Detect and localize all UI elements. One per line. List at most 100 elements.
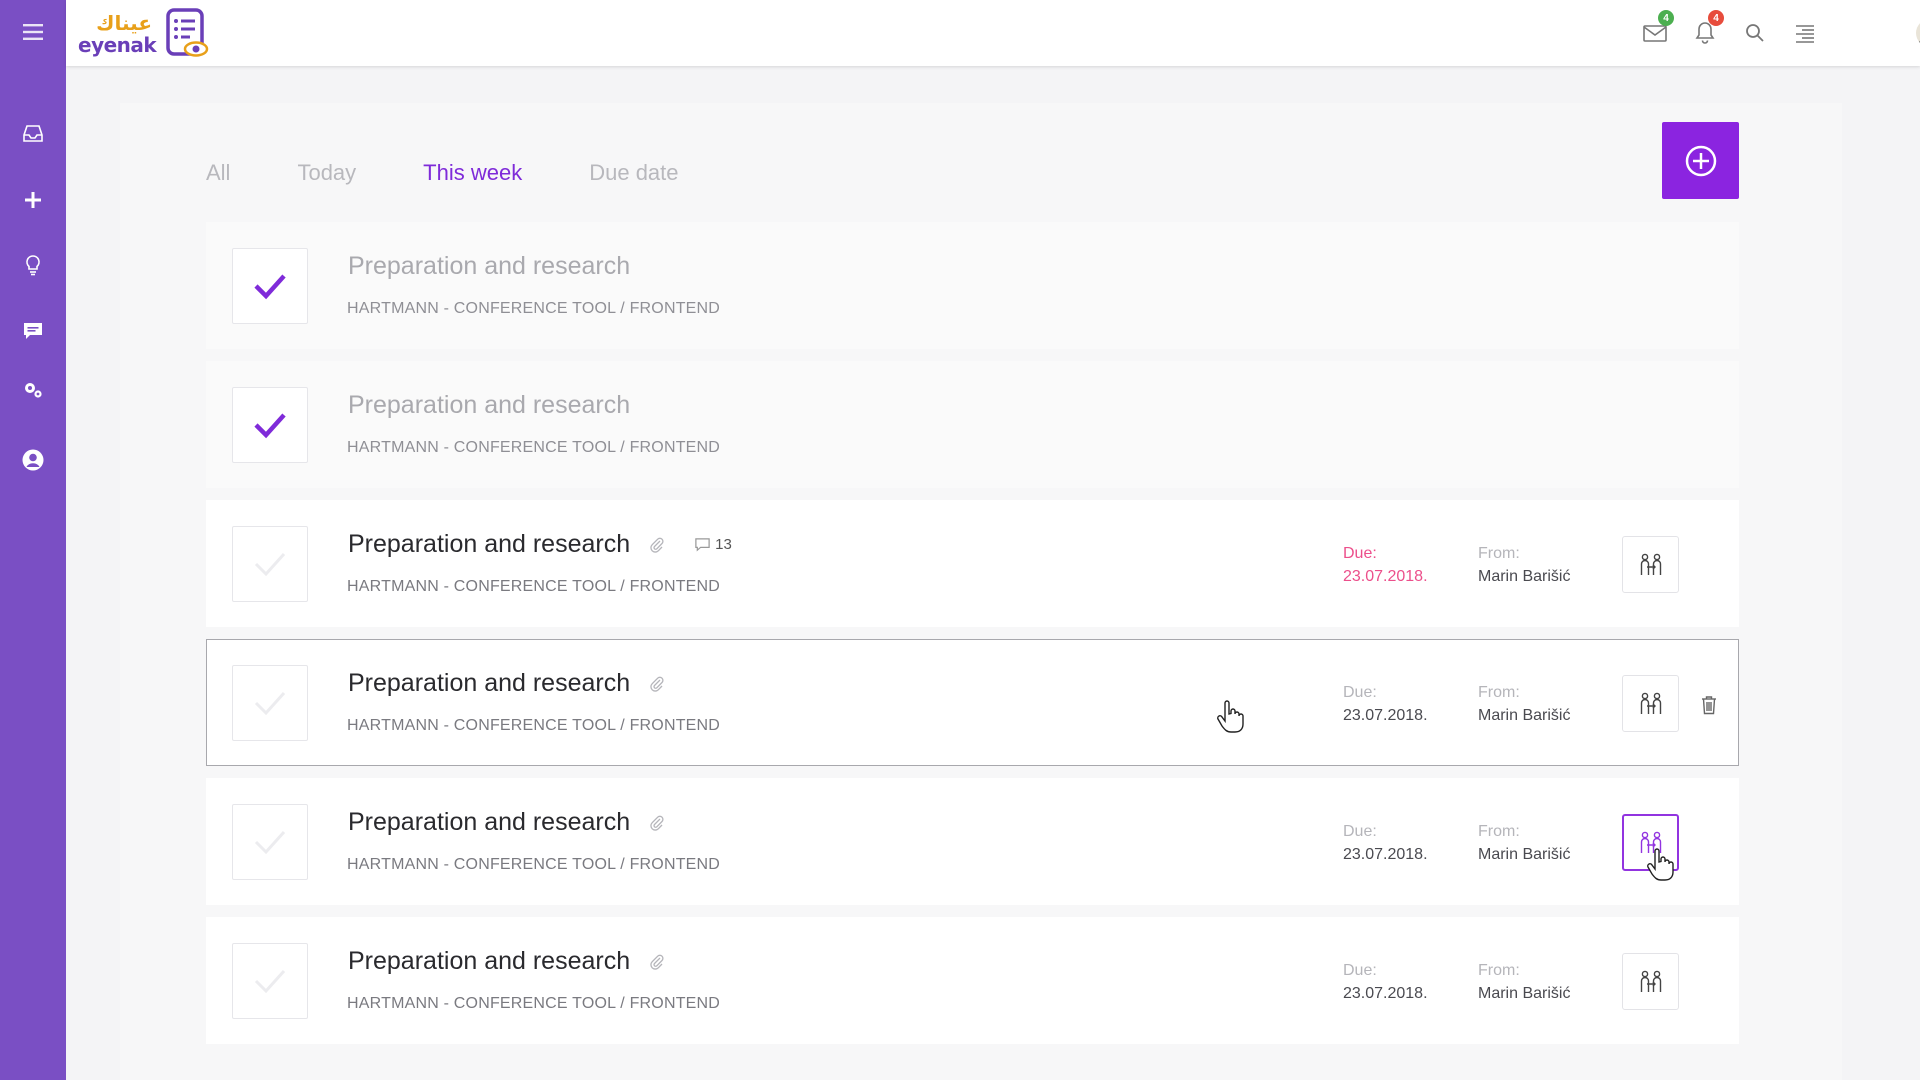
task-title-row: Preparation and research [348, 808, 666, 837]
due-value: 23.07.2018. [1343, 707, 1428, 724]
due-label: Due: [1343, 823, 1377, 840]
add-task-button[interactable] [1662, 122, 1739, 199]
task-item[interactable]: Preparation and research HARTMANN - CONF… [206, 361, 1739, 488]
top-bar: عيناك eyenak 4 4 [66, 0, 1920, 66]
task-title-row: Preparation and research 13 [348, 530, 732, 559]
logo-arabic-text: عيناك [96, 11, 152, 35]
task-checkbox[interactable] [232, 248, 308, 324]
comment-count-value: 13 [715, 536, 732, 553]
assign-button[interactable] [1622, 675, 1679, 732]
task-title[interactable]: Preparation and research [348, 391, 630, 420]
due-value: 23.07.2018. [1343, 846, 1428, 863]
search-icon[interactable] [1740, 18, 1770, 48]
logo[interactable]: عيناك eyenak [78, 6, 210, 60]
task-item[interactable]: Preparation and research HARTMANN - CONF… [206, 222, 1739, 349]
task-project: HARTMANN - CONFERENCE TOOL / FRONTEND [347, 995, 721, 1012]
lightbulb-icon[interactable] [19, 251, 47, 279]
task-checkbox[interactable] [232, 665, 308, 741]
task-item[interactable]: Preparation and research HARTMANN - CONF… [206, 917, 1739, 1044]
inbox-icon[interactable] [19, 119, 47, 147]
due-date: Due: 23.07.2018. [1343, 542, 1428, 588]
checkmark-icon [254, 413, 286, 439]
task-title[interactable]: Preparation and research [348, 252, 630, 281]
task-project: HARTMANN - CONFERENCE TOOL / FRONTEND [347, 439, 721, 456]
checkmark-icon [254, 830, 286, 855]
list-align-icon[interactable] [1790, 18, 1820, 48]
task-title[interactable]: Preparation and research [348, 947, 630, 976]
hamburger-menu-icon[interactable] [19, 18, 47, 46]
task-title[interactable]: Preparation and research [348, 530, 630, 559]
task-title-row: Preparation and research [348, 669, 666, 698]
checkmark-icon [254, 691, 286, 716]
task-item[interactable]: Preparation and research HARTMANN - CONF… [206, 639, 1739, 766]
task-checkbox[interactable] [232, 943, 308, 1019]
task-project: HARTMANN - CONFERENCE TOOL / FRONTEND [347, 856, 721, 873]
assign-button[interactable] [1622, 953, 1679, 1010]
trash-icon[interactable] [1700, 695, 1718, 715]
task-title-row: Preparation and research [348, 252, 630, 281]
tab-all[interactable]: All [206, 160, 230, 192]
from-label: From: [1478, 823, 1520, 840]
paperclip-icon[interactable] [648, 675, 666, 693]
tab-this-week[interactable]: This week [423, 160, 522, 192]
logo-mark-icon [166, 8, 209, 57]
checkmark-icon [254, 969, 286, 994]
tab-today[interactable]: Today [297, 160, 356, 192]
bell-icon[interactable]: 4 [1690, 10, 1724, 48]
task-item[interactable]: Preparation and research 13 HARTMANN - C… [206, 500, 1739, 627]
task-checkbox[interactable] [232, 804, 308, 880]
paperclip-icon[interactable] [648, 814, 666, 832]
from-value: Marin Barišić [1478, 985, 1571, 1002]
plus-icon[interactable] [19, 186, 47, 214]
from-value: Marin Barišić [1478, 846, 1571, 863]
task-title[interactable]: Preparation and research [348, 669, 630, 698]
logo-wordmark: عيناك eyenak [78, 9, 164, 57]
task-project: HARTMANN - CONFERENCE TOOL / FRONTEND [347, 300, 721, 317]
from-label: From: [1478, 545, 1520, 562]
user-circle-icon[interactable] [19, 446, 47, 474]
due-label: Due: [1343, 545, 1377, 562]
due-date: Due: 23.07.2018. [1343, 820, 1428, 866]
due-value: 23.07.2018. [1343, 568, 1428, 585]
paperclip-icon[interactable] [648, 953, 666, 971]
from-label: From: [1478, 684, 1520, 701]
mail-badge: 4 [1658, 10, 1674, 26]
task-checkbox[interactable] [232, 387, 308, 463]
comment-icon [695, 538, 710, 552]
plus-circle-icon [1685, 145, 1716, 176]
task-title[interactable]: Preparation and research [348, 808, 630, 837]
tab-due-date[interactable]: Due date [589, 160, 678, 192]
due-date: Due: 23.07.2018. [1343, 959, 1428, 1005]
task-project: HARTMANN - CONFERENCE TOOL / FRONTEND [347, 578, 721, 595]
from-user: From: Marin Barišić [1478, 959, 1570, 1005]
task-checkbox[interactable] [232, 526, 308, 602]
due-label: Due: [1343, 684, 1377, 701]
people-transfer-icon [1640, 692, 1661, 714]
from-user: From: Marin Barišić [1478, 542, 1570, 588]
from-user: From: Marin Barišić [1478, 681, 1570, 727]
mail-icon[interactable]: 4 [1640, 10, 1674, 48]
from-value: Marin Barišić [1478, 568, 1571, 585]
user-avatar[interactable] [1915, 18, 1920, 48]
people-transfer-icon [1640, 970, 1661, 992]
assign-button[interactable] [1622, 536, 1679, 593]
logo-text: eyenak [78, 33, 157, 57]
paperclip-icon[interactable] [648, 536, 666, 554]
due-label: Due: [1343, 962, 1377, 979]
chat-icon[interactable] [19, 317, 47, 345]
notifications-badge: 4 [1708, 10, 1724, 26]
people-transfer-icon [1640, 831, 1661, 853]
task-item[interactable]: Preparation and research HARTMANN - CONF… [206, 778, 1739, 905]
assign-button[interactable] [1622, 814, 1679, 871]
checkmark-icon [254, 552, 286, 577]
gears-icon[interactable] [19, 376, 47, 404]
task-project: HARTMANN - CONFERENCE TOOL / FRONTEND [347, 717, 721, 734]
people-transfer-icon [1640, 553, 1661, 575]
checkmark-icon [254, 274, 286, 300]
task-title-row: Preparation and research [348, 947, 666, 976]
comment-count[interactable]: 13 [694, 536, 732, 553]
due-date: Due: 23.07.2018. [1343, 681, 1428, 727]
filter-tabs: All Today This week Due date [206, 160, 746, 192]
from-value: Marin Barišić [1478, 707, 1571, 724]
task-title-row: Preparation and research [348, 391, 630, 420]
